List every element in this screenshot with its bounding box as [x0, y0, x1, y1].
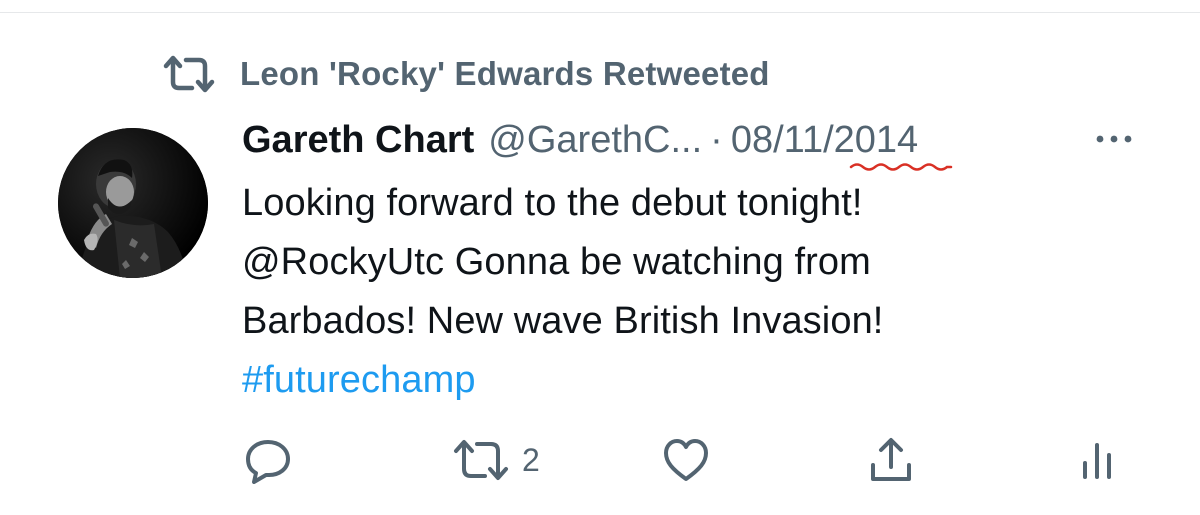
share-icon	[868, 435, 914, 485]
tweet-date-text: 08/11/2014	[730, 118, 919, 161]
tweet-text-line: Barbados! New wave British Invasion!	[242, 300, 884, 342]
tweet-header: Gareth Chart @GarethC... · 08/11/2014	[242, 112, 953, 171]
tweet-text-line: Looking forward to the debut tonight!	[242, 182, 863, 224]
avatar[interactable]	[58, 128, 208, 278]
separator-dot: ·	[710, 118, 723, 161]
tweet-text-line: @RockyUtc Gonna be watching from	[242, 241, 871, 283]
analytics-button[interactable]	[1080, 432, 1114, 488]
like-button[interactable]	[662, 432, 710, 488]
author-handle[interactable]: @GarethC...	[488, 119, 702, 162]
retweet-count: 2	[522, 441, 540, 478]
retweet-button[interactable]: 2	[452, 432, 540, 488]
reply-button[interactable]	[244, 432, 292, 488]
retweet-header[interactable]: Leon 'Rocky' Edwards Retweeted	[162, 52, 770, 96]
hashtag-link[interactable]: #futurechamp	[242, 351, 1142, 410]
reply-icon	[244, 436, 292, 484]
top-divider	[0, 12, 1200, 13]
heart-icon	[662, 437, 710, 483]
share-button[interactable]	[868, 432, 914, 488]
spellcheck-underline	[849, 162, 953, 171]
more-icon[interactable]	[1092, 126, 1136, 152]
retweet-header-text: Leon 'Rocky' Edwards Retweeted	[240, 55, 770, 92]
tweet-text: Looking forward to the debut tonight! @R…	[242, 174, 1142, 410]
retweet-icon	[452, 438, 510, 482]
tweet-date[interactable]: 08/11/2014	[730, 118, 953, 171]
retweet-icon	[162, 54, 216, 94]
analytics-icon	[1080, 437, 1114, 483]
author-name[interactable]: Gareth Chart	[242, 119, 474, 162]
action-bar: 2	[0, 432, 1200, 488]
